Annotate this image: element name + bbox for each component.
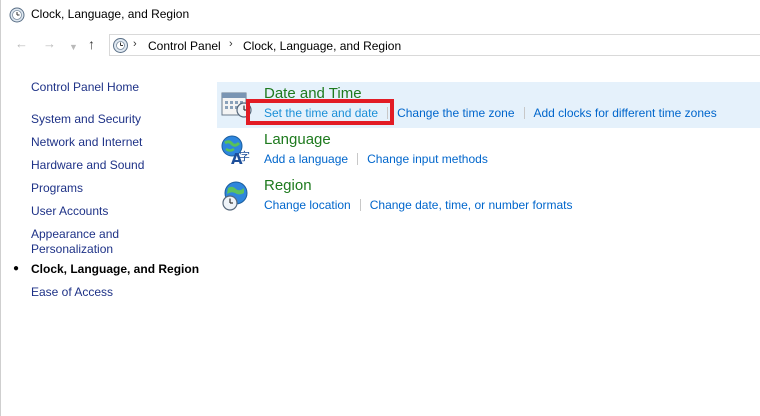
breadcrumb-control-panel[interactable]: Control Panel [148, 39, 221, 53]
sidebar-item-hardware-sound[interactable]: Hardware and Sound [31, 158, 144, 172]
sidebar-item-ease-of-access[interactable]: Ease of Access [31, 285, 113, 299]
change-location-link[interactable]: Change location [264, 198, 351, 212]
link-divider [359, 199, 361, 211]
sidebar-item-control-panel-home[interactable]: Control Panel Home [31, 80, 139, 94]
sidebar-item-programs[interactable]: Programs [31, 181, 83, 195]
category-title-region[interactable]: Region [264, 177, 312, 194]
add-clocks-link[interactable]: Add clocks for different time zones [534, 106, 717, 120]
address-bar[interactable]: › Control Panel › Clock, Language, and R… [109, 34, 760, 56]
change-input-methods-link[interactable]: Change input methods [367, 152, 488, 166]
clock-region-app-icon [9, 7, 25, 23]
sidebar-item-clock-language-region: Clock, Language, and Region [31, 262, 200, 276]
forward-arrow-icon[interactable]: → [43, 36, 56, 52]
breadcrumb-clock-language-region[interactable]: Clock, Language, and Region [243, 39, 401, 53]
control-panel-icon [113, 38, 128, 53]
add-language-link[interactable]: Add a language [264, 152, 348, 166]
change-formats-link[interactable]: Change date, time, or number formats [370, 198, 573, 212]
sidebar-item-appearance-personalization-line2[interactable]: Personalization [31, 242, 113, 256]
svg-text:字: 字 [239, 149, 250, 163]
current-item-bullet: ● [13, 263, 20, 274]
category-language: A 字 Language Add a language Change input … [217, 128, 760, 174]
window-title: Clock, Language, and Region [31, 7, 190, 21]
language-icon: A 字 [221, 135, 250, 166]
control-panel-window: Clock, Language, and Region ← → ▼ ↑ › Co… [0, 0, 760, 416]
breadcrumb-separator[interactable]: › [133, 38, 137, 50]
sidebar-item-user-accounts[interactable]: User Accounts [31, 204, 108, 218]
sidebar-item-appearance-personalization[interactable]: Appearance and [31, 227, 119, 241]
globe-clock-icon [222, 181, 248, 211]
region-links: Change location Change date, time, or num… [264, 198, 573, 212]
change-time-zone-link[interactable]: Change the time zone [397, 106, 514, 120]
category-title-language[interactable]: Language [264, 131, 331, 148]
link-divider [523, 107, 525, 119]
up-arrow-icon[interactable]: ↑ [88, 36, 95, 52]
navigation-bar: ← → ▼ ↑ › Control Panel › Clock, Languag… [1, 32, 760, 58]
chevron-down-icon[interactable]: ▼ [69, 39, 78, 55]
back-arrow-icon[interactable]: ← [15, 36, 28, 52]
language-links: Add a language Change input methods [264, 152, 488, 166]
link-divider [357, 153, 359, 165]
breadcrumb-separator[interactable]: › [229, 38, 233, 50]
sidebar-item-network-internet[interactable]: Network and Internet [31, 135, 142, 149]
sidebar-item-system-security[interactable]: System and Security [31, 112, 141, 126]
highlight-annotation-box [246, 99, 394, 125]
title-bar: Clock, Language, and Region [1, 0, 760, 30]
category-region: Region Change location Change date, time,… [217, 174, 760, 220]
